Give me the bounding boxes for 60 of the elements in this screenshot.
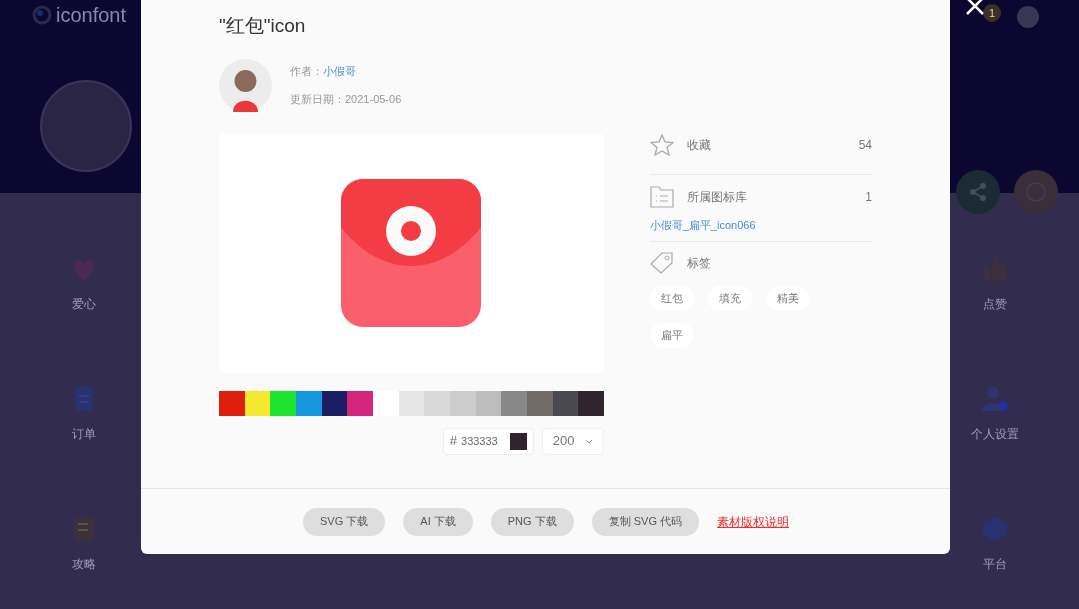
envelope-icon <box>341 179 482 327</box>
hash-sign: # <box>449 432 457 451</box>
author-link[interactable]: 小假哥 <box>323 62 356 79</box>
color-swatch[interactable] <box>321 390 348 416</box>
close-icon <box>965 0 985 16</box>
share-icon <box>969 183 987 201</box>
color-swatch[interactable] <box>372 390 399 416</box>
layers-icon <box>980 515 1010 543</box>
library-link[interactable]: 小假哥_扁平_icon066 <box>649 216 872 233</box>
chevron-down-icon <box>584 438 593 444</box>
menu-label[interactable]: 订单 <box>72 425 96 443</box>
download-button[interactable]: 复制 SVG 代码 <box>591 507 699 536</box>
reward-button[interactable] <box>1014 170 1058 214</box>
color-swatch[interactable] <box>501 390 527 416</box>
logo-text[interactable]: iconfont <box>56 0 127 30</box>
author-avatar <box>219 58 272 112</box>
logo-icon <box>32 5 52 25</box>
color-field[interactable]: # 333333 <box>442 427 534 455</box>
tag-icon <box>649 252 674 274</box>
color-swatch[interactable] <box>552 390 579 416</box>
color-swatch[interactable] <box>578 390 604 416</box>
update-date: 2021-05-06 <box>345 92 402 107</box>
color-swatch[interactable] <box>475 390 502 416</box>
size-select[interactable]: 200 <box>541 427 604 455</box>
library-label: 所属图标库 <box>686 188 748 206</box>
user-icon <box>980 385 1010 413</box>
author-label: 作者： <box>290 63 323 79</box>
menu-label[interactable]: 平台 <box>983 555 1007 573</box>
download-button[interactable]: PNG 下载 <box>490 507 574 536</box>
date-label: 更新日期： <box>290 92 345 107</box>
color-swatch[interactable] <box>424 390 450 416</box>
notification-badge: 1 <box>983 4 1001 22</box>
download-button[interactable]: SVG 下载 <box>303 507 386 536</box>
color-swatch[interactable] <box>270 390 296 416</box>
color-value: 333333 <box>461 433 498 449</box>
menu-label[interactable]: 爱心 <box>72 295 96 313</box>
tag-chip[interactable]: 精美 <box>765 286 810 311</box>
menu-label[interactable]: 点赞 <box>983 295 1007 313</box>
tag-chip[interactable]: 红包 <box>649 286 694 311</box>
download-button[interactable]: AI 下载 <box>403 507 473 536</box>
tag-chip[interactable]: 扁平 <box>649 323 694 348</box>
color-swatch[interactable] <box>449 390 476 416</box>
dialog-title: "红包"icon <box>219 14 307 38</box>
color-swatch[interactable] <box>398 390 425 416</box>
color-swatch[interactable] <box>219 390 245 416</box>
color-swatch[interactable] <box>244 390 271 416</box>
color-swatch[interactable] <box>347 390 373 416</box>
tags-label: 标签 <box>686 255 711 272</box>
library-count: 1 <box>865 188 872 206</box>
folder-list-icon <box>649 185 674 208</box>
user-avatar[interactable] <box>1017 6 1039 28</box>
menu-label[interactable]: 攻略 <box>72 555 96 573</box>
menu-label[interactable]: 个人设置 <box>971 425 1019 443</box>
favorites-label: 收藏 <box>686 136 712 154</box>
star-icon[interactable] <box>649 133 674 156</box>
license-link[interactable]: 素材版权说明 <box>717 512 789 531</box>
color-swatch[interactable] <box>526 390 553 416</box>
color-swatch[interactable] <box>295 390 322 416</box>
tag-chip[interactable]: 填充 <box>707 286 752 311</box>
favorites-count: 54 <box>858 136 872 154</box>
